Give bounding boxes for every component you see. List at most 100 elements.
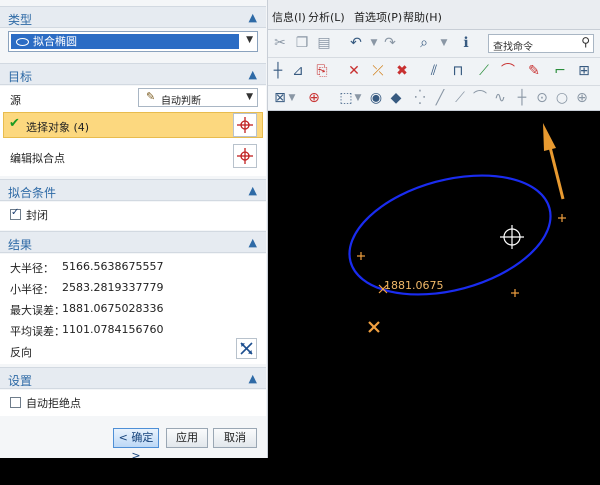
collapse-icon[interactable]: ▲ [249,11,257,24]
copy-icon[interactable]: ❐ [292,33,312,53]
fit-curve-icon[interactable]: ⟋ [474,61,494,81]
menu-analysis[interactable]: 分析(L) [308,9,345,25]
standard-toolbar: ✂ ❐ ▤ ↶ ▼ ↷ ⌕ ▼ ℹ 查找命令 ⚲ [268,30,600,58]
collapse-icon[interactable]: ▲ [249,68,257,81]
fit-point[interactable] [357,252,365,260]
type-dropdown-label: 拟合椭圆 [33,35,77,48]
rejected-point[interactable] [368,321,380,333]
crosshair-icon [237,117,253,133]
closed-label: 封闭 [26,209,48,222]
select-object-row[interactable]: ✔ 选择对象 (4) [3,112,263,138]
reverse-icon [240,342,253,355]
fit-ellipse-dialog: 类型 ▲ 拟合椭圆 ▼ 目标 ▲ 源 ✎ 自动判断 ▼ ✔ 选择对象 (4) 编… [0,0,268,462]
result-value: 5166.5638675557 [62,260,164,273]
section-header-fit-conditions[interactable]: 拟合条件 ▲ [0,179,266,201]
section-header-target[interactable]: 目标 ▲ [0,63,266,85]
edit-fit-points-crosshair-button[interactable] [233,144,257,168]
ok-button[interactable]: < 确定 > [113,428,159,462]
source-dropdown-value: 自动判断 [161,96,201,107]
direction-arrowhead [543,123,556,151]
curve-icon[interactable]: ⎘ [312,61,332,81]
circle-icon[interactable]: ○ [552,88,572,108]
check-icon: ✔ [9,116,20,131]
menu-preferences[interactable]: 首选项(P) [354,9,402,25]
redo-icon[interactable]: ↷ [380,33,400,53]
result-value: 1101.0784156760 [62,323,164,336]
cancel-button[interactable]: 取消 [213,428,257,448]
edit-curve-icon[interactable]: ✎ [524,61,544,81]
grid-point-icon[interactable]: ⁛ [410,88,430,108]
collapse-icon[interactable]: ▲ [249,236,257,249]
frame-icon[interactable]: ⊓ [448,61,468,81]
menu-bar: 信息(I) 分析(L) 首选项(P) 帮助(H) [268,0,600,30]
auto-reject-checkbox[interactable] [10,397,21,408]
menu-info[interactable]: 信息(I) [272,9,306,25]
collapse-icon[interactable]: ▲ [249,372,257,385]
info-window-icon[interactable]: ℹ [456,33,476,53]
search-icon[interactable]: ⚲ [581,35,590,49]
closed-checkbox[interactable]: ✓ [10,207,21,220]
view-icon[interactable]: ◉ [366,88,386,108]
bridge-icon[interactable]: ⌒ [498,61,518,81]
chevron-down-icon[interactable]: ▼ [434,33,454,53]
more-icon[interactable]: ⊞ [574,61,594,81]
chevron-down-icon[interactable]: ▼ [282,88,302,108]
command-search-input[interactable]: 查找命令 ⚲ [488,34,594,53]
spline-icon[interactable]: ∿ [490,88,510,108]
result-label: 平均误差： [10,325,65,338]
polyline-icon[interactable]: ⟋ [450,88,470,108]
ellipse-icon [16,38,29,46]
undo-icon[interactable]: ↶ [346,33,366,53]
section-header-type[interactable]: 类型 ▲ [0,6,266,28]
section-title-results: 结果 [8,238,33,252]
arc-icon[interactable]: ⌒ [470,88,490,108]
reverse-direction-button[interactable] [236,338,257,359]
angle-icon[interactable]: ⊿ [288,61,308,81]
source-label: 源 [10,94,21,107]
offset-icon[interactable]: ⫽ [424,61,444,81]
chevron-down-icon[interactable]: ▼ [348,88,368,108]
trim-corner-icon[interactable]: ⌐ [550,61,570,81]
paste-icon[interactable]: ▤ [314,33,334,53]
direction-vector[interactable] [547,142,565,200]
result-value: 1881.0675028336 [62,302,164,315]
cross-icon[interactable]: ┼ [512,88,532,108]
chevron-down-icon[interactable]: ▼ [246,92,253,102]
fit-point[interactable] [558,214,566,222]
section-title-type: 类型 [8,13,33,27]
circle-center-icon[interactable]: ⊙ [532,88,552,108]
type-dropdown-value: 拟合椭圆 [11,34,239,49]
chevron-down-icon[interactable]: ▼ [246,35,253,45]
extend-icon[interactable]: ⤫ [368,61,388,81]
command-search-placeholder: 查找命令 [493,42,533,53]
cut-icon[interactable]: ✂ [270,33,290,53]
line-icon[interactable]: ╱ [430,88,450,108]
fit-point[interactable] [511,289,519,297]
trim-icon[interactable]: ✕ [344,61,364,81]
section-header-settings[interactable]: 设置 ▲ [0,367,266,389]
result-value: 2583.2819337779 [62,281,164,294]
menu-help[interactable]: 帮助(H) [403,9,442,25]
crosshair-icon [237,148,253,164]
section-header-results[interactable]: 结果 ▲ [0,231,266,253]
section-title-fit-conditions: 拟合条件 [8,186,57,200]
quadrant-icon[interactable]: ⊕ [572,88,592,108]
type-dropdown[interactable]: 拟合椭圆 ▼ [8,31,258,52]
fitted-ellipse[interactable] [336,155,563,315]
collapse-icon[interactable]: ▲ [249,184,257,197]
point-icon[interactable]: ┼ [268,61,288,81]
snap-icon[interactable]: ⊕ [304,88,324,108]
divide-icon[interactable]: ✖ [392,61,412,81]
result-label: 最大误差： [10,304,65,317]
source-dropdown[interactable]: ✎ 自动判断 ▼ [138,88,258,107]
apply-button[interactable]: 应用 [166,428,208,448]
section-title-settings: 设置 [8,374,33,388]
check-icon: ✓ [11,207,20,218]
reverse-label: 反向 [10,346,32,359]
selection-toolbar: ⊠ ▼ ⊕ ⬚ ▼ ◉ ◆ ⁛ ╱ ⟋ ⌒ ∿ ┼ ⊙ ○ ⊕ [268,86,600,111]
curve-toolbar: ┼ ⊿ ⎘ ✕ ⤫ ✖ ⫽ ⊓ ⟋ ⌒ ✎ ⌐ ⊞ [268,58,600,86]
select-object-crosshair-button[interactable] [233,113,257,137]
max-error-dimension-label: 1881.0675 [384,279,444,292]
command-finder-icon[interactable]: ⌕ [414,33,434,53]
cube-icon[interactable]: ◆ [386,88,406,108]
